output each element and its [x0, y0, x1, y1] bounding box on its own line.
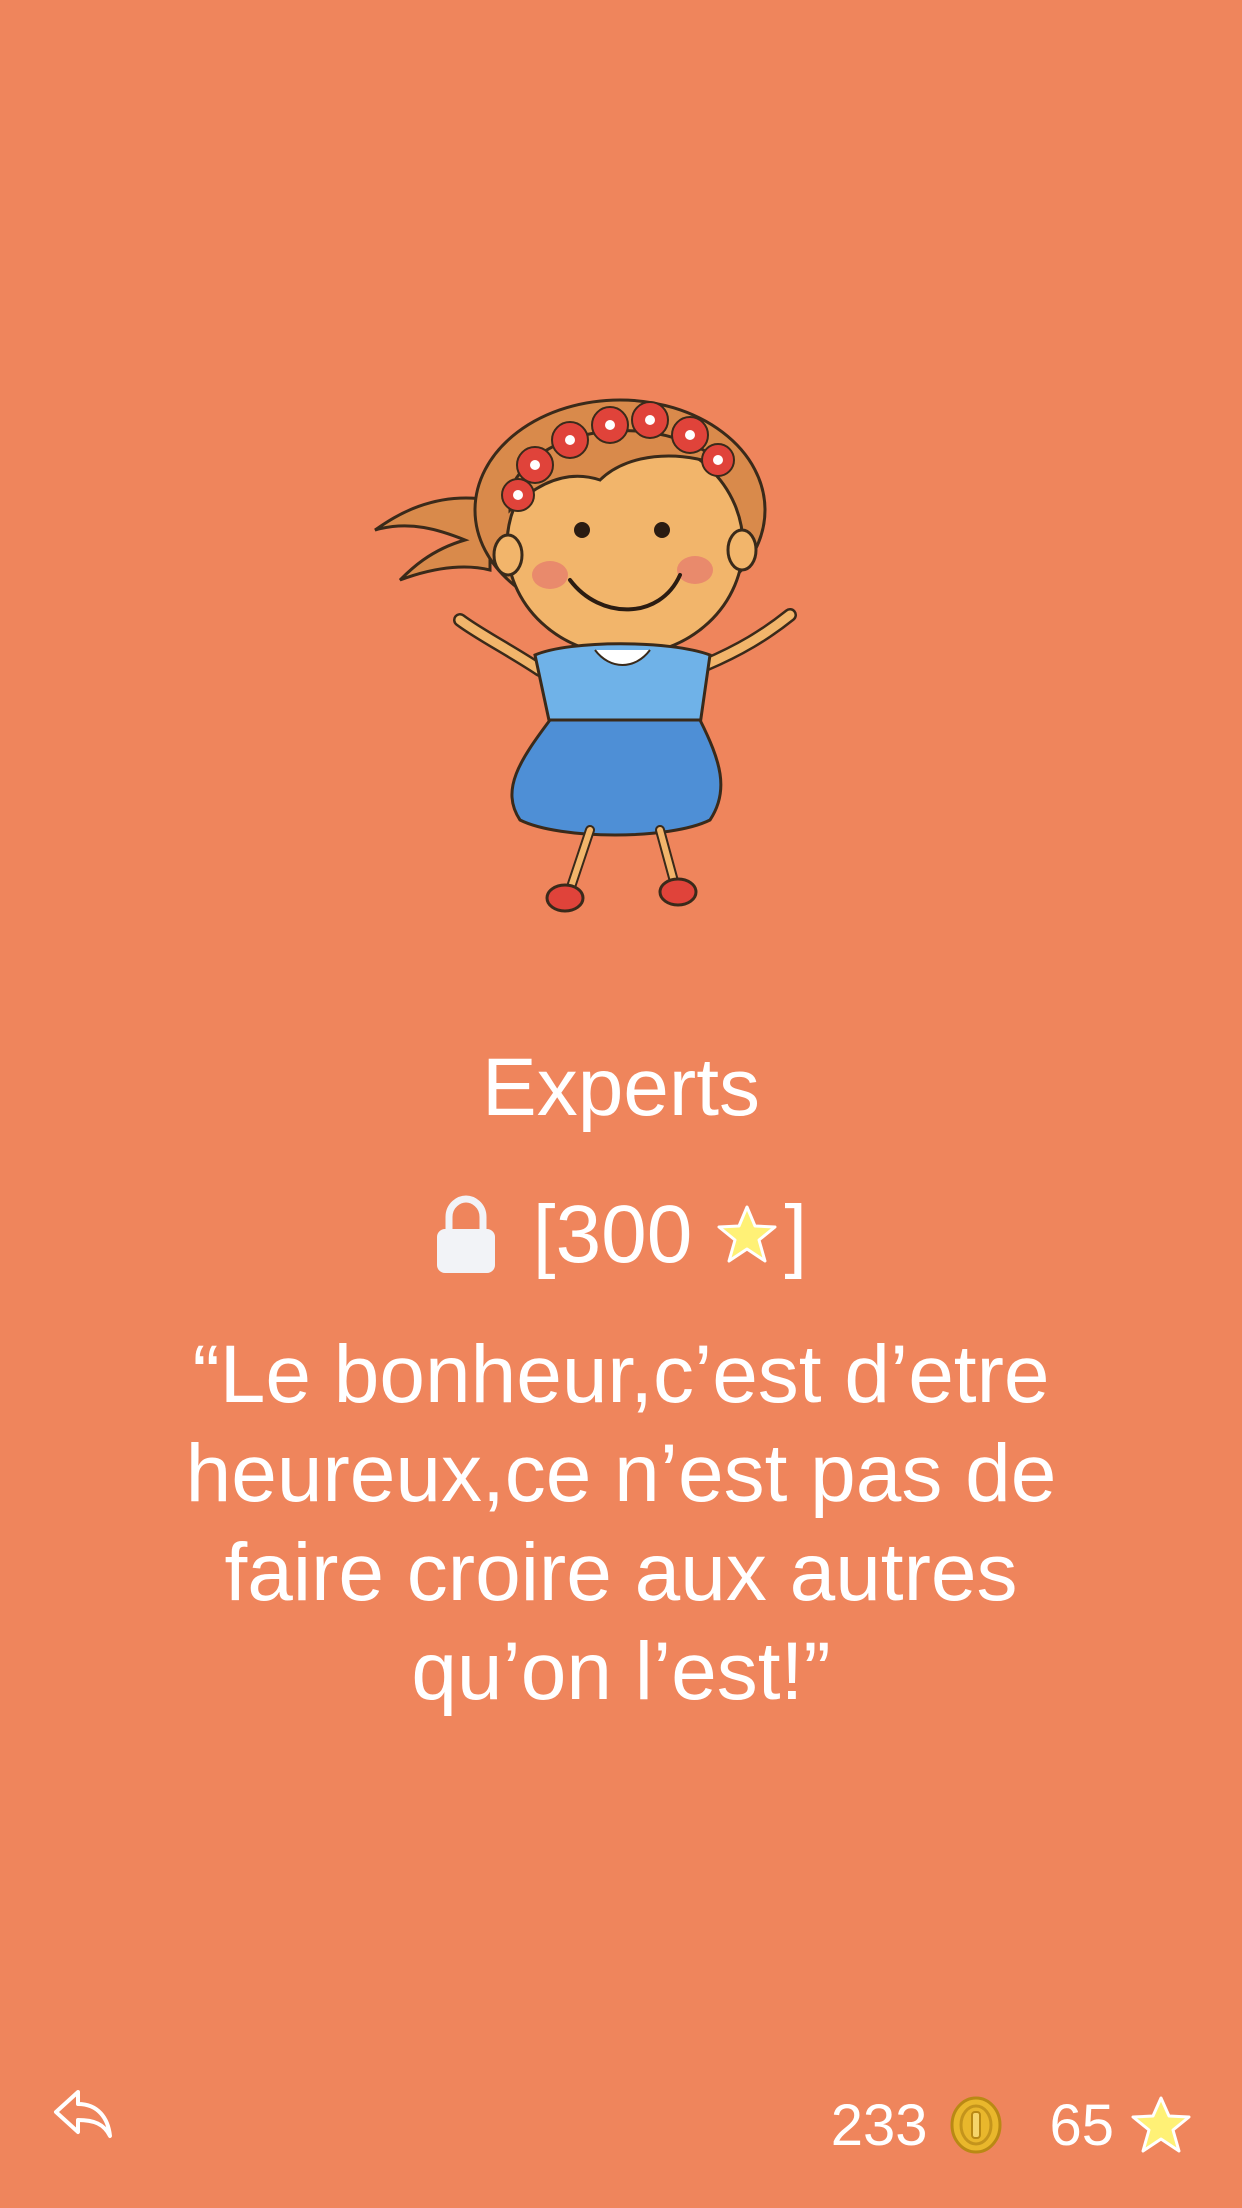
level-quote: “Le bonheur,c’est d’etre heureux,ce n’es…: [185, 1329, 1057, 1717]
lock-cost-bracket: ]: [784, 1189, 808, 1280]
star-icon: [717, 1205, 777, 1263]
level-title: Experts: [482, 1042, 760, 1133]
coin-count: 233: [830, 2092, 928, 2158]
lock-icon: [436, 1195, 495, 1273]
currency-counters: 233 65: [831, 2090, 1192, 2160]
back-arrow-icon[interactable]: [52, 2086, 114, 2142]
coin-icon: [950, 2096, 1002, 2154]
star-icon: [1131, 2096, 1191, 2153]
girl-illustration: [374, 398, 797, 913]
lock-requirement: [300 ]: [0, 1180, 1242, 1290]
star-count: 65: [1049, 2092, 1114, 2158]
lock-cost: [300: [532, 1189, 693, 1280]
